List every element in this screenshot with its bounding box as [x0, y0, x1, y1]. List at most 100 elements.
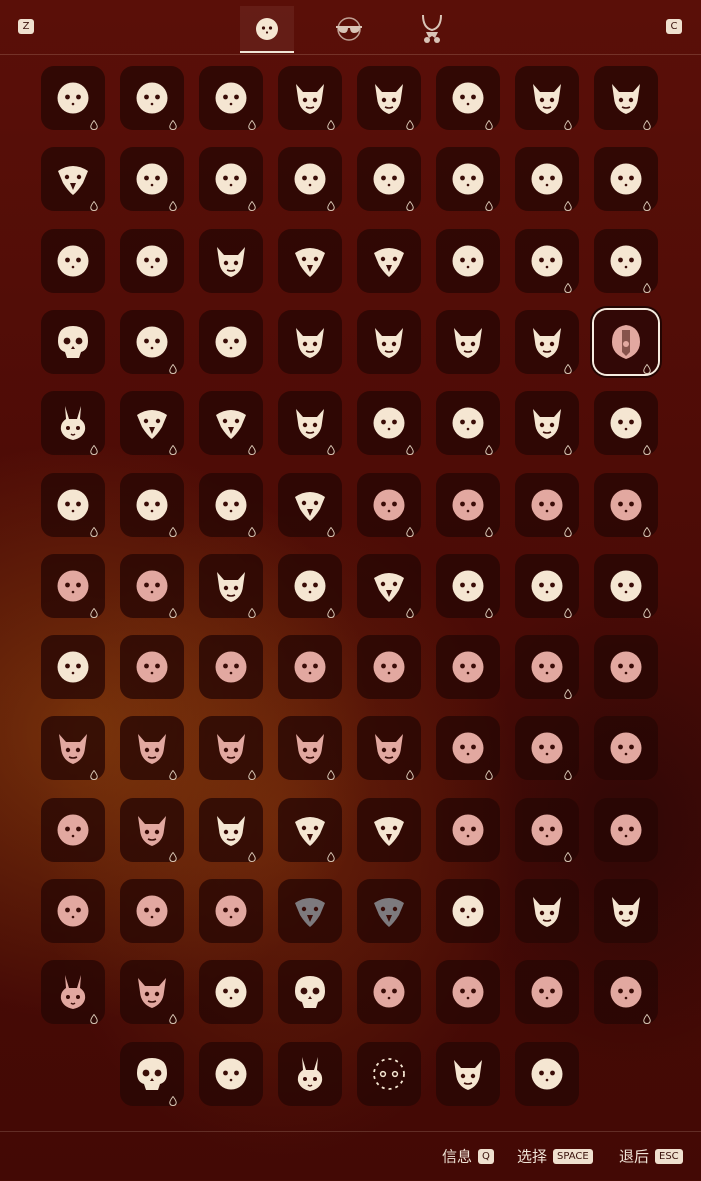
mask-slot[interactable]	[199, 391, 263, 456]
mask-slot[interactable]	[436, 879, 500, 943]
mask-slot[interactable]	[594, 229, 658, 294]
mask-slot[interactable]	[515, 473, 579, 538]
mask-slot[interactable]	[120, 147, 184, 212]
mask-slot[interactable]	[357, 960, 421, 1024]
mask-slot[interactable]	[120, 473, 184, 538]
mask-slot[interactable]	[278, 66, 342, 131]
mask-slot[interactable]	[436, 473, 500, 538]
mask-slot[interactable]	[41, 554, 105, 619]
mask-slot[interactable]	[357, 310, 421, 374]
mask-slot[interactable]	[199, 554, 263, 619]
mask-slot[interactable]	[278, 960, 342, 1024]
mask-slot[interactable]	[515, 147, 579, 212]
mask-slot[interactable]	[199, 310, 263, 374]
prev-tab-key[interactable]: Z	[18, 19, 34, 34]
mask-slot[interactable]	[594, 554, 658, 619]
mask-slot[interactable]	[41, 798, 105, 862]
mask-slot[interactable]	[594, 391, 658, 456]
mask-slot[interactable]	[278, 716, 342, 781]
mask-slot[interactable]	[594, 635, 658, 699]
mask-slot[interactable]	[199, 1042, 263, 1106]
mask-slot[interactable]	[120, 798, 184, 863]
mask-slot[interactable]	[436, 229, 500, 293]
mask-slot[interactable]	[199, 798, 263, 863]
tab-faces[interactable]	[240, 6, 294, 53]
mask-slot[interactable]	[120, 66, 184, 131]
mask-slot[interactable]	[594, 66, 658, 131]
mask-slot[interactable]	[278, 554, 342, 619]
mask-slot[interactable]	[357, 66, 421, 131]
mask-slot[interactable]	[278, 1042, 342, 1106]
mask-slot[interactable]	[278, 310, 342, 374]
mask-slot[interactable]	[515, 229, 579, 294]
tab-necklaces[interactable]	[405, 6, 459, 52]
mask-slot[interactable]	[41, 960, 105, 1025]
mask-slot[interactable]	[594, 960, 658, 1025]
mask-slot[interactable]	[41, 66, 105, 131]
mask-slot[interactable]	[120, 716, 184, 781]
mask-slot[interactable]	[120, 310, 184, 375]
mask-slot[interactable]	[120, 391, 184, 456]
mask-slot[interactable]	[199, 147, 263, 212]
mask-slot[interactable]	[41, 716, 105, 781]
mask-slot[interactable]	[41, 310, 105, 374]
next-tab-key[interactable]: C	[666, 19, 682, 34]
mask-slot[interactable]	[515, 310, 579, 375]
mask-slot[interactable]	[120, 1042, 184, 1107]
mask-slot[interactable]	[278, 635, 342, 699]
mask-slot[interactable]	[41, 391, 105, 456]
mask-slot[interactable]	[436, 66, 500, 131]
mask-slot[interactable]	[357, 391, 421, 456]
mask-slot[interactable]	[436, 310, 500, 374]
mask-slot[interactable]	[594, 310, 658, 375]
mask-slot[interactable]	[278, 473, 342, 538]
mask-slot[interactable]	[436, 1042, 500, 1106]
mask-slot[interactable]	[41, 879, 105, 943]
mask-slot[interactable]	[278, 229, 342, 293]
mask-slot[interactable]	[199, 960, 263, 1024]
mask-slot[interactable]	[515, 1042, 579, 1106]
mask-slot[interactable]	[594, 147, 658, 212]
mask-slot[interactable]	[120, 635, 184, 699]
mask-slot[interactable]	[594, 879, 658, 943]
mask-slot[interactable]	[515, 554, 579, 619]
mask-slot[interactable]	[357, 635, 421, 699]
mask-slot[interactable]	[120, 229, 184, 293]
mask-slot[interactable]	[357, 798, 421, 862]
mask-slot[interactable]	[436, 554, 500, 619]
mask-slot[interactable]	[515, 391, 579, 456]
mask-slot[interactable]	[357, 554, 421, 619]
mask-slot[interactable]	[199, 473, 263, 538]
mask-slot[interactable]	[199, 879, 263, 943]
mask-slot[interactable]	[120, 960, 184, 1025]
mask-slot[interactable]	[199, 635, 263, 699]
mask-slot[interactable]	[357, 716, 421, 781]
mask-slot[interactable]	[436, 391, 500, 456]
tab-hats[interactable]	[322, 6, 376, 52]
mask-slot[interactable]	[278, 391, 342, 456]
mask-slot[interactable]	[357, 147, 421, 212]
mask-slot[interactable]	[199, 716, 263, 781]
mask-slot[interactable]	[41, 229, 105, 293]
mask-slot[interactable]	[120, 879, 184, 943]
info-hint[interactable]: 信息 Q	[442, 1146, 494, 1166]
mask-slot[interactable]	[278, 879, 342, 943]
select-hint[interactable]: 选择 SPACE	[517, 1146, 593, 1166]
mask-slot[interactable]	[594, 798, 658, 862]
mask-slot[interactable]	[436, 635, 500, 699]
mask-slot[interactable]	[515, 716, 579, 781]
mask-slot[interactable]	[357, 879, 421, 943]
mask-slot[interactable]	[41, 147, 105, 212]
mask-slot[interactable]	[515, 798, 579, 863]
mask-slot[interactable]	[436, 960, 500, 1024]
mask-slot[interactable]	[436, 716, 500, 781]
mask-slot[interactable]	[199, 229, 263, 293]
mask-slot[interactable]	[515, 960, 579, 1024]
mask-slot[interactable]	[199, 66, 263, 131]
mask-slot[interactable]	[515, 879, 579, 943]
mask-slot[interactable]	[436, 147, 500, 212]
mask-slot[interactable]	[278, 798, 342, 863]
mask-slot[interactable]	[594, 716, 658, 780]
mask-slot[interactable]	[120, 554, 184, 619]
mask-slot[interactable]	[515, 635, 579, 700]
